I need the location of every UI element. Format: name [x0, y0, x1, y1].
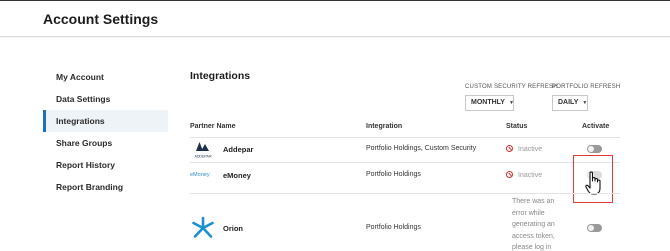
- activate-toggle[interactable]: [587, 145, 602, 153]
- column-header-activate: Activate: [582, 123, 610, 130]
- column-header-integration: Integration: [366, 123, 403, 130]
- sidebar-item-integrations[interactable]: Integrations: [43, 110, 168, 132]
- partner-name: Addepar: [223, 145, 254, 154]
- status-error-line: please log in: [512, 244, 552, 251]
- activate-toggle[interactable]: [587, 224, 602, 232]
- status-badge: Inactive: [506, 171, 542, 179]
- portfolio-refresh-select[interactable]: DAILY ▼: [552, 95, 588, 111]
- status-error-line: access token,: [512, 232, 555, 240]
- caret-down-icon: ▼: [582, 100, 588, 106]
- status-error-line: error while: [512, 209, 545, 217]
- addepar-logo-text: ADDEPAR: [194, 155, 212, 159]
- status-text: Inactive: [518, 172, 543, 179]
- custom-security-refresh-label: CUSTOM SECURITY REFRESH: [465, 84, 558, 90]
- sidebar-item-report-history[interactable]: Report History: [43, 154, 168, 176]
- integration-name: Portfolio Holdings: [366, 171, 421, 178]
- partner-name: eMoney: [223, 171, 251, 180]
- row-divider: [190, 193, 620, 194]
- partner-name: Orion: [223, 224, 243, 233]
- custom-security-refresh-value: MONTHLY: [471, 99, 505, 106]
- status-error-line: generating an: [512, 221, 555, 228]
- integration-name: Portfolio Holdings, Custom Security: [366, 145, 477, 152]
- sidebar-item-my-account[interactable]: My Account: [43, 66, 168, 88]
- integration-name: Portfolio Holdings: [366, 224, 421, 231]
- status-error-line: There was an: [512, 198, 555, 205]
- orion-logo: [192, 216, 214, 238]
- row-divider: [190, 162, 620, 163]
- custom-security-refresh-select[interactable]: MONTHLY ▼: [465, 95, 514, 111]
- sidebar-item-report-branding[interactable]: Report Branding: [43, 176, 168, 198]
- portfolio-refresh-value: DAILY: [558, 99, 579, 106]
- no-entry-icon: [506, 171, 513, 178]
- sidebar-item-share-groups[interactable]: Share Groups: [43, 132, 168, 154]
- content-area: My Account Data Settings Integrations Sh…: [0, 38, 670, 251]
- top-bar: Account Settings: [0, 0, 670, 37]
- no-entry-icon: [506, 145, 513, 152]
- portfolio-refresh-label: PORTFOLIO REFRESH: [552, 84, 621, 90]
- settings-sidebar: My Account Data Settings Integrations Sh…: [43, 66, 168, 198]
- column-header-status: Status: [506, 123, 528, 130]
- column-header-partner: Partner Name: [190, 123, 236, 130]
- status-badge: Inactive: [506, 145, 542, 153]
- emoney-logo: eMoney: [190, 172, 210, 178]
- section-title: Integrations: [190, 70, 251, 82]
- addepar-logo: ADDEPAR: [194, 142, 212, 159]
- status-error-message: There was an error while generating an a…: [512, 196, 572, 251]
- caret-down-icon: ▼: [508, 100, 514, 106]
- page-title: Account Settings: [43, 11, 159, 27]
- header-divider: [190, 137, 620, 138]
- sidebar-item-data-settings[interactable]: Data Settings: [43, 88, 168, 110]
- integrations-panel: Integrations CUSTOM SECURITY REFRESH MON…: [190, 38, 620, 251]
- status-text: Inactive: [518, 146, 543, 153]
